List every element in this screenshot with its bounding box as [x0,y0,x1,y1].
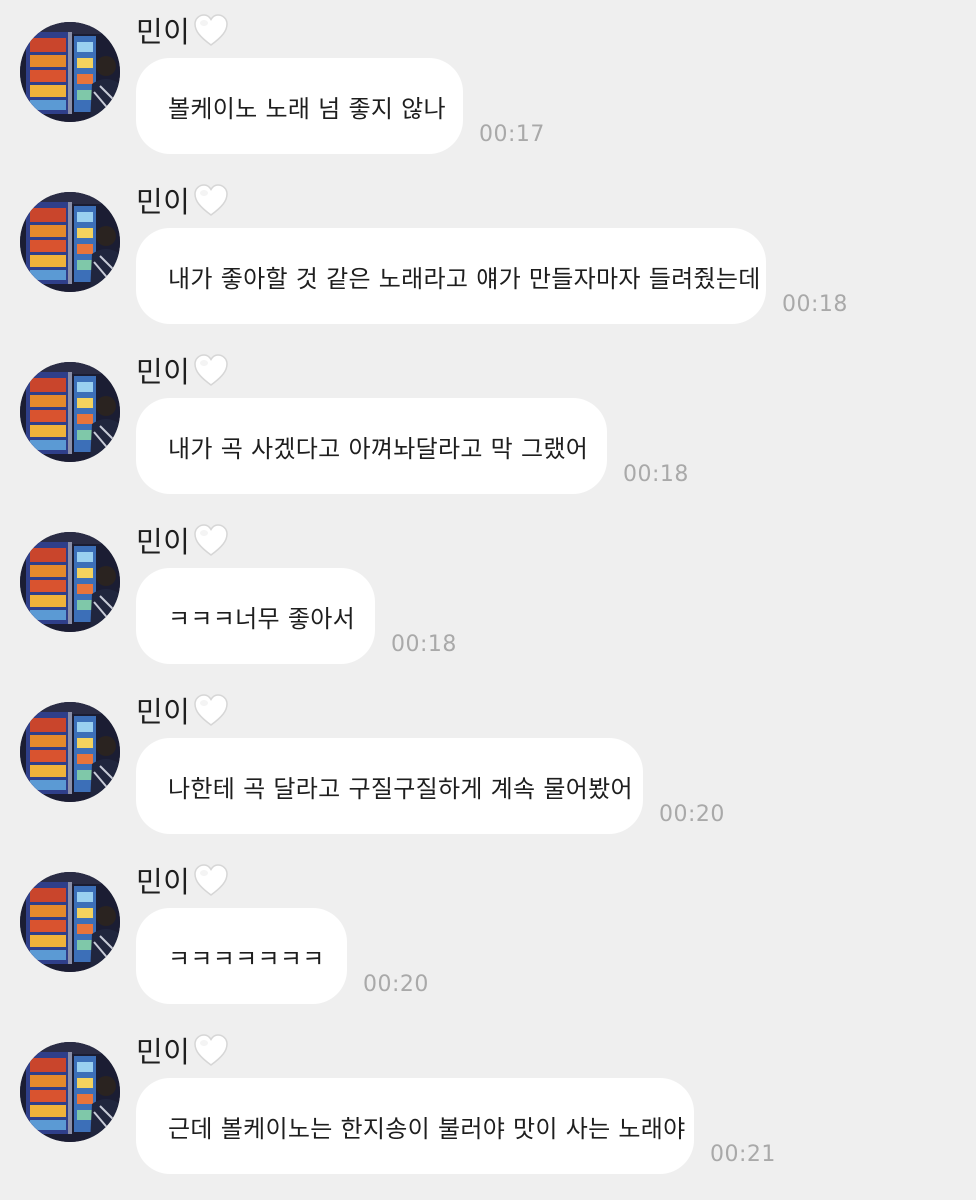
sender-name: 민이 [136,865,191,899]
message-text: ㅋㅋㅋㅋㅋㅋㅋ [168,944,325,973]
avatar[interactable] [20,1042,120,1142]
message-bubble[interactable]: ㅋㅋㅋㅋㅋㅋㅋ [136,908,347,1004]
message-row: 민이 근데 볼케이노는 한지송이 불러야 맛이 사는 노래야 00:21 [0,1020,976,1190]
message-row: 민이 볼케이노 노래 넘 좋지 않나 00:17 [0,0,976,170]
message-time: 00:20 [363,972,429,997]
avatar[interactable] [20,362,120,462]
message-time: 00:21 [710,1142,776,1167]
message-bubble[interactable]: 나한테 곡 달라고 구질구질하게 계속 물어봤어 [136,738,643,834]
white-heart-icon [192,12,230,48]
message-bubble[interactable]: 근데 볼케이노는 한지송이 불러야 맛이 사는 노래야 [136,1078,694,1174]
sender-header: 민이 [136,178,230,222]
message-row: 민이 ㅋㅋㅋㅋㅋㅋㅋ 00:20 [0,850,976,1020]
sender-header: 민이 [136,688,230,732]
sender-name: 민이 [136,185,191,219]
message-row: 민이 내가 좋아할 것 같은 노래라고 얘가 만들자마자 들려줬는데 00:18 [0,170,976,340]
sender-name: 민이 [136,15,191,49]
sender-name: 민이 [136,695,191,729]
white-heart-icon [192,182,230,218]
message-time: 00:18 [782,292,848,317]
sender-name: 민이 [136,1035,191,1069]
message-text: ㅋㅋㅋ너무 좋아서 [168,604,355,633]
message-text: 근데 볼케이노는 한지송이 불러야 맛이 사는 노래야 [168,1114,686,1143]
message-text: 내가 곡 사겠다고 아껴놔달라고 막 그랬어 [168,434,589,463]
message-bubble[interactable]: ㅋㅋㅋ너무 좋아서 [136,568,375,664]
avatar[interactable] [20,22,120,122]
avatar[interactable] [20,192,120,292]
avatar[interactable] [20,702,120,802]
white-heart-icon [192,522,230,558]
sender-header: 민이 [136,1028,230,1072]
message-row: 민이 나한테 곡 달라고 구질구질하게 계속 물어봤어 00:20 [0,680,976,850]
message-row: 민이 내가 곡 사겠다고 아껴놔달라고 막 그랬어 00:18 [0,340,976,510]
sender-header: 민이 [136,518,230,562]
white-heart-icon [192,692,230,728]
message-row: 민이 ㅋㅋㅋ너무 좋아서 00:18 [0,510,976,680]
sender-name: 민이 [136,355,191,389]
message-text: 내가 좋아할 것 같은 노래라고 얘가 만들자마자 들려줬는데 [168,264,761,293]
message-text: 볼케이노 노래 넘 좋지 않나 [168,94,446,123]
chat-log: 민이 볼케이노 노래 넘 좋지 않나 00:17 민이 내가 좋아할 것 같은 … [0,0,976,1200]
message-text: 나한테 곡 달라고 구질구질하게 계속 물어봤어 [168,774,633,803]
message-time: 00:18 [391,632,457,657]
sender-name: 민이 [136,525,191,559]
message-bubble[interactable]: 내가 좋아할 것 같은 노래라고 얘가 만들자마자 들려줬는데 [136,228,766,324]
avatar[interactable] [20,532,120,632]
avatar[interactable] [20,872,120,972]
message-time: 00:18 [623,462,689,487]
message-bubble[interactable]: 내가 곡 사겠다고 아껴놔달라고 막 그랬어 [136,398,607,494]
sender-header: 민이 [136,858,230,902]
sender-header: 민이 [136,8,230,52]
message-bubble[interactable]: 볼케이노 노래 넘 좋지 않나 [136,58,463,154]
white-heart-icon [192,352,230,388]
white-heart-icon [192,862,230,898]
sender-header: 민이 [136,348,230,392]
message-time: 00:17 [479,122,545,147]
message-time: 00:20 [659,802,725,827]
white-heart-icon [192,1032,230,1068]
